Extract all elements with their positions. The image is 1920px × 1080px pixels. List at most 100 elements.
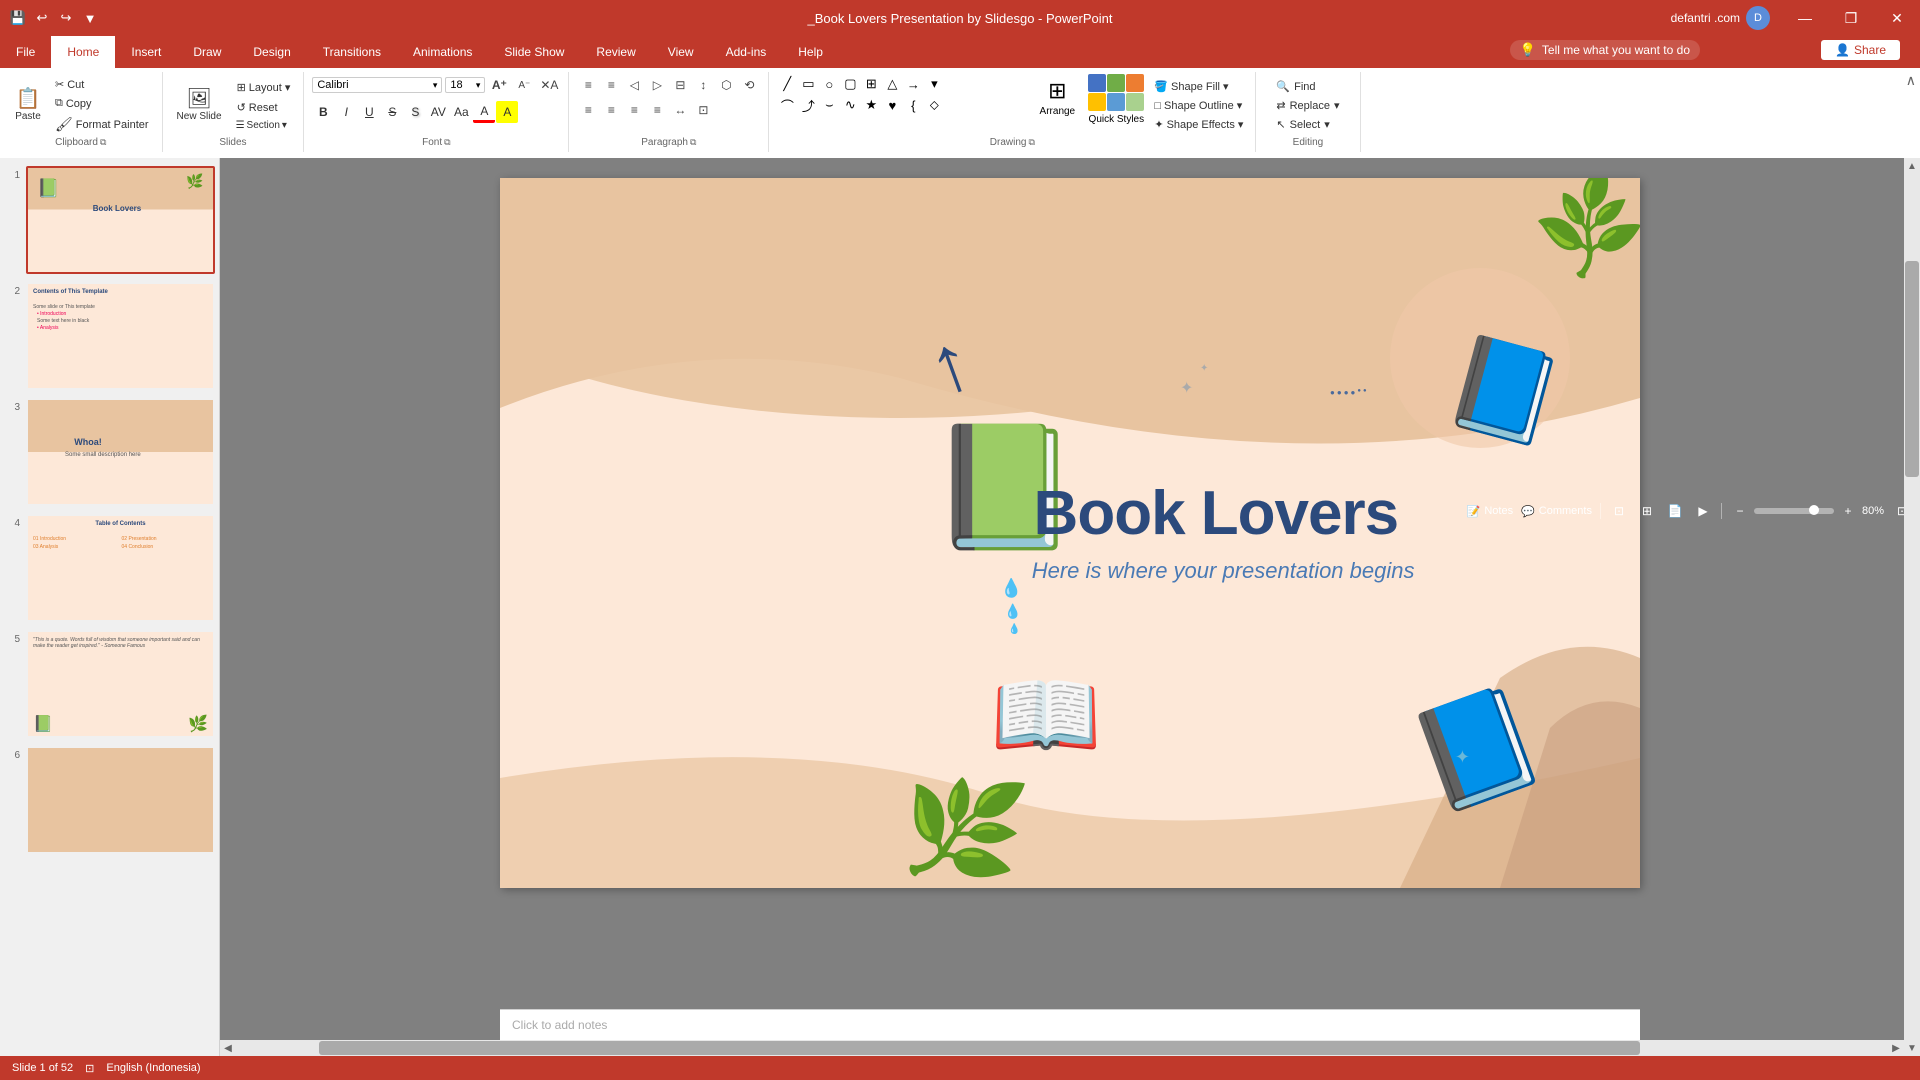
star-shape[interactable]: ★ [861,95,881,115]
tab-insert[interactable]: Insert [115,36,177,68]
tab-design[interactable]: Design [237,36,306,68]
shape-effects-button[interactable]: ✦ Shape Effects ▾ [1150,116,1247,133]
scroll-thumb-v[interactable] [1905,261,1919,478]
font-expand-icon[interactable]: ⧉ [444,137,450,148]
oval-shape[interactable]: ○ [819,74,839,94]
find-button[interactable]: 🔍 Find [1270,78,1345,95]
paragraph-expand-icon[interactable]: ⧉ [690,137,696,148]
slideshow-button[interactable]: ▶ [1693,501,1713,521]
close-button[interactable]: ✕ [1874,0,1920,36]
notes-button[interactable]: 📝 Notes [1467,505,1513,518]
scroll-up-button[interactable]: ▲ [1904,158,1920,174]
font-shrink-button[interactable]: A⁻ [513,74,535,96]
normal-view-button[interactable]: ⊡ [1609,501,1629,521]
slide-canvas[interactable]: ↑ 📗 💧 💧 💧 📖 🌿 ✦ ✦ 📘 🌿 ● ● [500,178,1640,888]
share-button[interactable]: 👤 Share [1821,40,1900,60]
section-button[interactable]: ☰ Section ▾ [232,119,296,132]
italic-button[interactable]: I [335,101,357,123]
arrange-button[interactable]: ⊞ Arrange [1032,74,1082,121]
align-right-button[interactable]: ≡ [623,99,645,121]
tab-slideshow[interactable]: Slide Show [488,36,580,68]
slide-item-1[interactable]: 1 Book Lovers 📗 🌿 [4,166,215,274]
comments-button[interactable]: 💬 Comments [1521,505,1592,518]
zoom-slider[interactable] [1754,508,1834,514]
zoom-handle[interactable] [1809,505,1819,515]
font-size-selector[interactable]: 18 ▾ [445,77,485,93]
paste-button[interactable]: 📋 Paste [8,86,48,125]
tab-file[interactable]: File [0,36,51,68]
slide-sorter-button[interactable]: ⊞ [1637,501,1657,521]
slide-thumb-6[interactable] [26,746,215,854]
convert-button[interactable]: ⟲ [738,74,760,96]
strikethrough-button[interactable]: S [381,101,403,123]
style-3[interactable] [1126,74,1144,92]
align-center-button[interactable]: ≡ [600,99,622,121]
increase-indent-button[interactable]: ▷ [646,74,668,96]
redo-button[interactable]: ↪ [56,8,76,28]
style-5[interactable] [1107,93,1125,111]
customize-qat-button[interactable]: ▼ [80,8,100,28]
justify-button[interactable]: ≡ [646,99,668,121]
horizontal-scrollbar[interactable]: ◀ ▶ [220,1040,1904,1056]
tab-home[interactable]: Home [51,36,115,68]
vertical-align-button[interactable]: ⊡ [692,99,714,121]
zoom-in-button[interactable]: + [1838,501,1858,521]
format-painter-button[interactable]: 🖌 Format Painter [50,114,154,135]
tab-transitions[interactable]: Transitions [307,36,397,68]
slide-item-3[interactable]: 3 Whoa! Some small description here [4,398,215,506]
connector-shape[interactable]: ⤴ [798,95,818,115]
shapes-dropdown[interactable]: ▾ [924,74,944,94]
restore-button[interactable]: ❐ [1828,0,1874,36]
new-slide-button[interactable]: 🖼 New Slide [171,86,228,125]
font-family-selector[interactable]: Calibri ▾ [312,77,442,93]
freeform-shape[interactable]: ∿ [840,95,860,115]
tab-help[interactable]: Help [782,36,839,68]
style-2[interactable] [1107,74,1125,92]
layout-button[interactable]: ⊞ Layout ▾ [232,79,296,96]
scroll-thumb-h[interactable] [319,1041,1641,1055]
clear-formatting-button[interactable]: ✕A [538,74,560,96]
cut-button[interactable]: ✂ Cut [50,76,154,93]
avatar[interactable]: D [1746,6,1770,30]
tab-view[interactable]: View [652,36,710,68]
zoom-out-button[interactable]: − [1730,501,1750,521]
slide-thumb-2[interactable]: Contents of This Template Some slide or … [26,282,215,390]
notes-area[interactable]: Click to add notes [500,1009,1640,1040]
slide-item-4[interactable]: 4 Table of Contents 01 Introduction 02 P… [4,514,215,622]
line-spacing-button[interactable]: ↕ [692,74,714,96]
undo-button[interactable]: ↩ [32,8,52,28]
columns-button[interactable]: ⊟ [669,74,691,96]
slide-item-6[interactable]: 6 [4,746,215,854]
save-button[interactable]: 💾 [8,8,28,28]
style-6[interactable] [1126,93,1144,111]
diamond-shape[interactable]: ⬦ [924,95,944,115]
arrow-shape[interactable]: → [903,74,923,94]
slide-item-5[interactable]: 5 "This is a quote. Words full of wisdom… [4,630,215,738]
tell-me-input[interactable]: 💡 Tell me what you want to do [1510,40,1700,60]
align-left-button[interactable]: ≡ [577,99,599,121]
vertical-scrollbar[interactable]: ▲ ▼ [1904,158,1920,1056]
shape-outline-button[interactable]: □ Shape Outline ▾ [1150,97,1247,114]
rect-shape[interactable]: ▭ [798,74,818,94]
text-direction-button[interactable]: ↔ [669,99,691,121]
scroll-down-button[interactable]: ▼ [1904,1040,1920,1056]
tab-review[interactable]: Review [580,36,651,68]
drawing-expand-icon[interactable]: ⧉ [1028,137,1034,148]
more-shapes[interactable]: ⊞ [861,74,881,94]
slide-thumb-3[interactable]: Whoa! Some small description here [26,398,215,506]
shape-fill-button[interactable]: 🪣 Shape Fill ▾ [1150,78,1247,95]
underline-button[interactable]: U [358,101,380,123]
replace-button[interactable]: ⇄ Replace ▾ [1270,97,1345,114]
slide-title[interactable]: Book Lovers [1034,478,1399,549]
style-4[interactable] [1088,93,1106,111]
font-grow-button[interactable]: A⁺ [488,74,510,96]
line-shape[interactable]: ╱ [777,74,797,94]
slide-subtitle[interactable]: Here is where your presentation begins [1032,558,1415,584]
copy-button[interactable]: ⧉ Copy [50,95,154,112]
clipboard-expand-icon[interactable]: ⧉ [100,137,106,148]
reading-view-button[interactable]: 📄 [1665,501,1685,521]
slide-item-2[interactable]: 2 Contents of This Template Some slide o… [4,282,215,390]
decrease-indent-button[interactable]: ◁ [623,74,645,96]
spacing-button[interactable]: AV [427,101,449,123]
curve-shape[interactable]: ⌒ [777,95,797,115]
